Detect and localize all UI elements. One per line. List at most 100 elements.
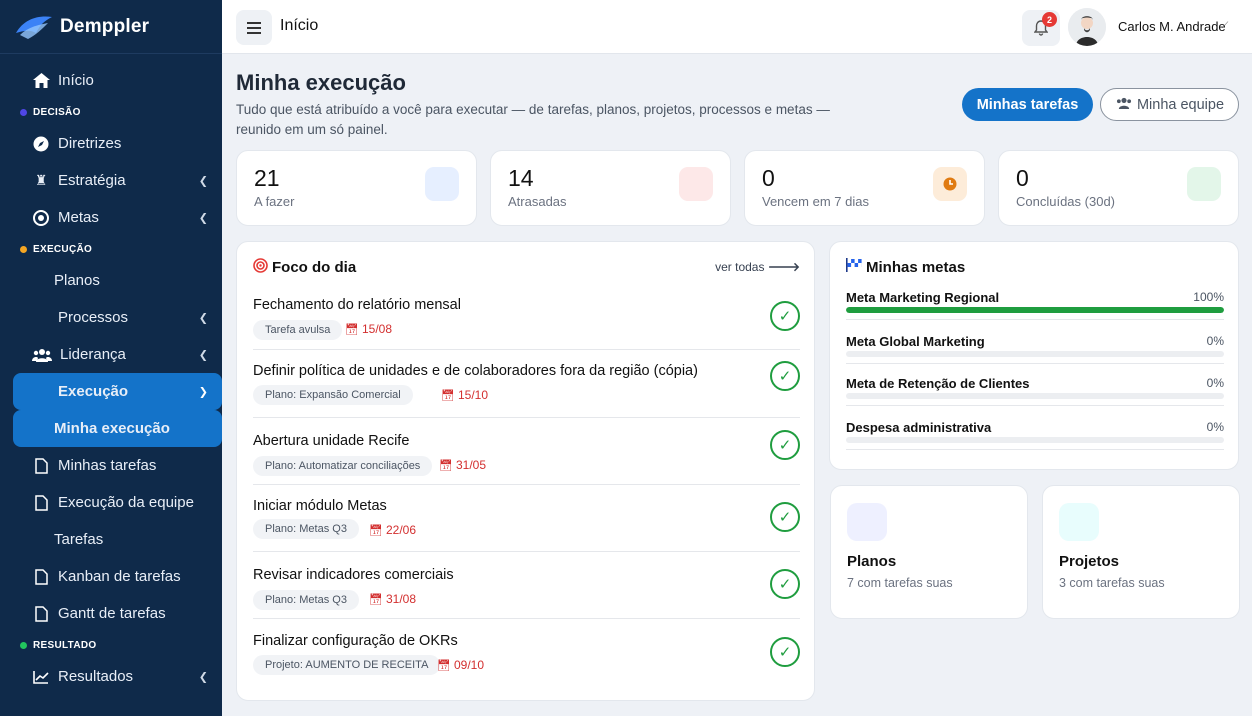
chess-icon: ♜ bbox=[34, 172, 48, 188]
sidebar-item-gantt[interactable]: Gantt de tarefas bbox=[0, 595, 222, 632]
check-icon: ✓ bbox=[778, 509, 792, 526]
avatar[interactable] bbox=[1068, 8, 1106, 46]
see-all-link[interactable]: ver todas 🡒 bbox=[715, 259, 800, 274]
task-name: Revisar indicadores comerciais bbox=[253, 567, 454, 583]
sidebar-item-tarefas[interactable]: Tarefas bbox=[0, 521, 222, 558]
task-row[interactable]: Definir política de unidades e de colabo… bbox=[253, 361, 800, 418]
sidebar-item-lideranca[interactable]: Liderança ❮ bbox=[0, 336, 222, 373]
chevron-left-icon: ❮ bbox=[198, 175, 208, 187]
goal-name: Meta de Retenção de Clientes bbox=[846, 376, 1030, 391]
stat-value: 0 bbox=[762, 165, 775, 191]
sidebar-item-diretrizes[interactable]: Diretrizes bbox=[0, 125, 222, 162]
stat-icon bbox=[1187, 167, 1221, 201]
stat-card-overdue[interactable]: 14 Atrasadas bbox=[490, 150, 731, 226]
sidebar-item-label: Gantt de tarefas bbox=[58, 605, 166, 622]
brand-name: Demppler bbox=[60, 15, 150, 37]
sidebar-item-label: Metas bbox=[58, 209, 99, 226]
stat-card-todo[interactable]: 21 A fazer bbox=[236, 150, 477, 226]
complete-task-button[interactable]: ✓ bbox=[770, 502, 800, 532]
file-icon bbox=[32, 494, 50, 512]
task-name: Abertura unidade Recife bbox=[253, 433, 410, 449]
sidebar-item-inicio[interactable]: Início bbox=[0, 62, 222, 99]
complete-task-button[interactable]: ✓ bbox=[770, 569, 800, 599]
sidebar-item-minha-execucao[interactable]: Minha execução bbox=[13, 410, 222, 447]
task-row[interactable]: Iniciar módulo Metas Plano: Metas Q3 📅︎ 2… bbox=[253, 498, 800, 552]
sidebar-item-execucao[interactable]: Execução ❯ bbox=[13, 373, 222, 410]
calendar-icon: 📅︎ bbox=[369, 593, 383, 606]
sidebar-item-label: Tarefas bbox=[54, 531, 104, 548]
sidebar: Demppler Início DECISÃO Diretrizes ♜ Est… bbox=[0, 0, 222, 716]
topbar: Início 2 Carlos M. Andrade ⟋ bbox=[222, 0, 1252, 54]
calendar-icon: 📅︎ bbox=[437, 659, 451, 672]
goal-percent: 100% bbox=[1193, 290, 1224, 304]
stats-row: 21 A fazer 14 Atrasadas 0 Vencem em 7 di… bbox=[236, 150, 1239, 226]
sidebar-item-estrategia[interactable]: ♜ Estratégia ❮ bbox=[0, 162, 222, 199]
plans-icon bbox=[847, 503, 887, 541]
file-icon bbox=[32, 605, 50, 623]
sidebar-item-minhas-tarefas[interactable]: Minhas tarefas bbox=[0, 447, 222, 484]
due-date-value: 15/10 bbox=[457, 388, 488, 402]
calendar-icon: 📅︎ bbox=[439, 459, 453, 472]
goal-percent: 0% bbox=[1206, 334, 1224, 348]
my-team-button[interactable]: Minha equipe bbox=[1100, 88, 1239, 121]
plans-title: Planos bbox=[847, 553, 897, 570]
goal-name: Meta Global Marketing bbox=[846, 334, 985, 349]
due-date-value: 15/08 bbox=[361, 322, 392, 336]
task-name: Fechamento do relatório mensal bbox=[253, 297, 461, 313]
stat-card-due-7d[interactable]: 0 Vencem em 7 dias bbox=[744, 150, 985, 226]
task-name: Finalizar configuração de OKRs bbox=[253, 633, 458, 649]
my-tasks-button[interactable]: Minhas tarefas bbox=[962, 88, 1093, 121]
calendar-icon: 📅︎ bbox=[441, 389, 455, 402]
chevron-left-icon: ❮ bbox=[198, 212, 208, 224]
sidebar-item-execucao-equipe[interactable]: Execução da equipe bbox=[0, 484, 222, 521]
menu-toggle-button[interactable] bbox=[236, 10, 272, 45]
topbar-title: Início bbox=[280, 17, 319, 34]
section-dot bbox=[20, 641, 27, 649]
check-icon: ✓ bbox=[778, 308, 792, 325]
task-row[interactable]: Fechamento do relatório mensal Tarefa av… bbox=[253, 297, 800, 350]
user-name[interactable]: Carlos M. Andrade bbox=[1118, 19, 1226, 34]
stat-card-done[interactable]: 0 Concluídas (30d) bbox=[998, 150, 1239, 226]
calendar-icon: 📅︎ bbox=[345, 323, 359, 336]
home-icon bbox=[32, 72, 50, 90]
task-due-date: 📅︎ 15/08 bbox=[345, 322, 392, 336]
checkered-flag-icon bbox=[846, 258, 862, 276]
goal-progress-track bbox=[846, 393, 1224, 399]
calendar-icon: 📅︎ bbox=[369, 524, 383, 537]
task-row[interactable]: Abertura unidade Recife Plano: Automatiz… bbox=[253, 430, 800, 485]
projects-card[interactable]: Projetos 3 com tarefas suas bbox=[1042, 485, 1240, 619]
focus-card: Foco do dia ver todas 🡒 Fechamento do re… bbox=[236, 241, 815, 701]
sidebar-item-resultados[interactable]: Resultados ❮ bbox=[0, 658, 222, 695]
sidebar-item-label: Processos bbox=[58, 309, 129, 326]
task-row[interactable]: Finalizar configuração de OKRs Projeto: … bbox=[253, 633, 800, 679]
section-dot bbox=[20, 245, 27, 253]
complete-task-button[interactable]: ✓ bbox=[770, 637, 800, 667]
projects-icon bbox=[1059, 503, 1099, 541]
plans-card[interactable]: Planos 7 com tarefas suas bbox=[830, 485, 1028, 619]
stat-label: Atrasadas bbox=[508, 194, 567, 209]
sidebar-item-label: Resultados bbox=[58, 668, 134, 685]
task-due-date: 📅︎ 22/06 bbox=[369, 523, 416, 537]
caret-icon[interactable]: ⟋ bbox=[1222, 20, 1228, 31]
sidebar-item-planos[interactable]: Planos bbox=[0, 262, 222, 299]
brand[interactable]: Demppler bbox=[0, 0, 222, 54]
task-row[interactable]: Revisar indicadores comerciais Plano: Me… bbox=[253, 567, 800, 619]
line-chart-icon bbox=[32, 668, 50, 686]
compass-icon bbox=[32, 135, 50, 153]
page-subtitle: Tudo que está atribuído a você para exec… bbox=[236, 102, 830, 137]
section-label: DECISÃO bbox=[33, 106, 81, 118]
task-name: Iniciar módulo Metas bbox=[253, 498, 387, 514]
section-execucao: EXECUÇÃO bbox=[0, 236, 222, 262]
sidebar-item-kanban[interactable]: Kanban de tarefas bbox=[0, 558, 222, 595]
sidebar-item-label: Liderança bbox=[60, 346, 126, 363]
complete-task-button[interactable]: ✓ bbox=[770, 430, 800, 460]
sidebar-item-metas[interactable]: Metas ❮ bbox=[0, 199, 222, 236]
sidebar-nav: Início DECISÃO Diretrizes ♜ Estratégia ❮… bbox=[0, 54, 222, 695]
sidebar-item-label: Minha execução bbox=[54, 420, 170, 437]
projects-title: Projetos bbox=[1059, 553, 1120, 570]
complete-task-button[interactable]: ✓ bbox=[770, 361, 800, 391]
sidebar-item-label: Execução da equipe bbox=[58, 494, 194, 511]
complete-task-button[interactable]: ✓ bbox=[770, 301, 800, 331]
check-icon: ✓ bbox=[778, 644, 792, 661]
sidebar-item-processos[interactable]: Processos ❮ bbox=[0, 299, 222, 336]
